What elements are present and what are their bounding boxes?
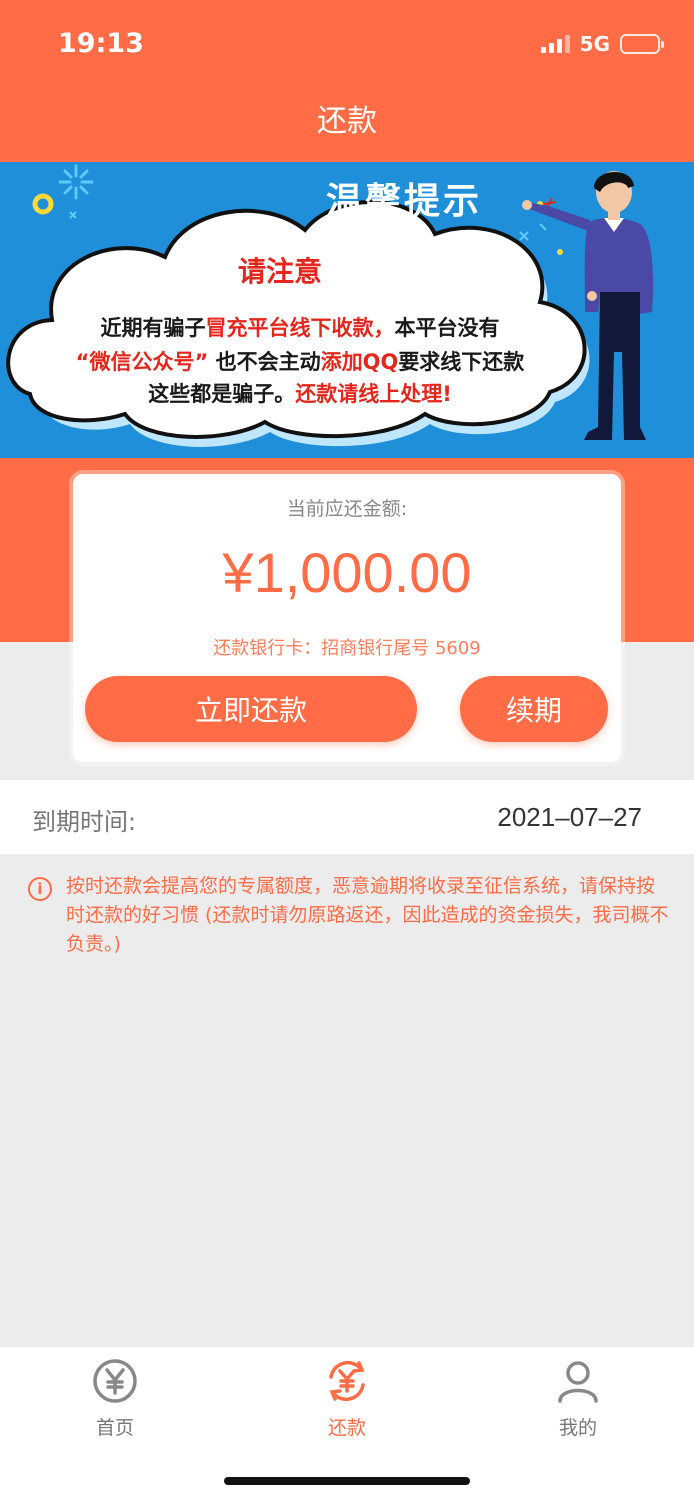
due-date-label: 到期时间: (32, 808, 137, 836)
info-icon: i (28, 877, 52, 901)
tab-label: 我的 (558, 1417, 597, 1439)
home-indicator[interactable] (224, 1477, 470, 1485)
page-title: 还款 (317, 104, 377, 139)
battery-icon (620, 34, 664, 54)
notice-text: 近期有骗子 (100, 316, 206, 340)
notice-text: 本平台没有 (394, 316, 500, 340)
warning-banner[interactable]: 温馨提示 请注意 近期有骗子冒充平台线下收款，本平台没有 “微信公众号” 也不会… (0, 162, 694, 458)
amount-due-label: 当前应还金额: (286, 498, 408, 520)
notice-line-3: 这些都是骗子。还款请线上处理! (20, 378, 580, 408)
yuan-refresh-icon (329, 1360, 365, 1402)
yuan-circle-icon (93, 1359, 137, 1403)
repay-now-button[interactable]: 立即还款 (85, 676, 417, 742)
warning-text: 按时还款会提高您的专属额度，恶意逾期将收录至征信系统，请保持按时还款的好习惯 (… (66, 875, 669, 955)
repayment-card: 当前应还金额: ¥1,000.00 还款银行卡：招商银行尾号 5609 立即还款… (73, 474, 621, 762)
amount-due-value: ¥1,000.00 (222, 541, 472, 604)
notice-highlight: “微信公众号” (75, 350, 209, 374)
banner-title: 温馨提示 (326, 181, 483, 222)
notice-text: 要求线下还款 (398, 350, 525, 374)
renew-button[interactable]: 续期 (460, 676, 608, 742)
tab-label: 还款 (327, 1417, 366, 1439)
notice-text: 这些都是骗子。 (148, 382, 296, 406)
status-time: 19:13 (58, 28, 144, 59)
notice-highlight: 还款请线上处理! (295, 382, 452, 406)
signal-icon (540, 35, 570, 53)
person-icon (558, 1361, 598, 1403)
notice-heading: 请注意 (237, 255, 322, 288)
notice-line-1: 近期有骗子冒充平台线下收款，本平台没有 (20, 312, 580, 342)
network-type: 5G (579, 32, 610, 56)
notice-highlight: 添加QQ (320, 350, 399, 374)
tab-repay[interactable]: 还款 (287, 1357, 407, 1440)
tab-label: 首页 (95, 1417, 134, 1439)
notice-line-2: “微信公众号” 也不会主动添加QQ要求线下还款 (20, 346, 580, 376)
status-bar: 19:13 5G (0, 0, 694, 88)
due-date-row: 到期时间: 2021–07–27 (0, 780, 694, 854)
tab-mine[interactable]: 我的 (518, 1357, 638, 1440)
notice-highlight: 冒充平台线下收款， (205, 316, 395, 340)
notice-text: 也不会主动 (215, 350, 321, 374)
status-icons: 5G (540, 32, 664, 56)
tab-home[interactable]: 首页 (55, 1357, 175, 1440)
due-date-value: 2021–07–27 (497, 802, 642, 832)
bank-card-info: 还款银行卡：招商银行尾号 5609 (213, 638, 481, 659)
top-header-area: 19:13 5G 还款 (0, 0, 694, 162)
